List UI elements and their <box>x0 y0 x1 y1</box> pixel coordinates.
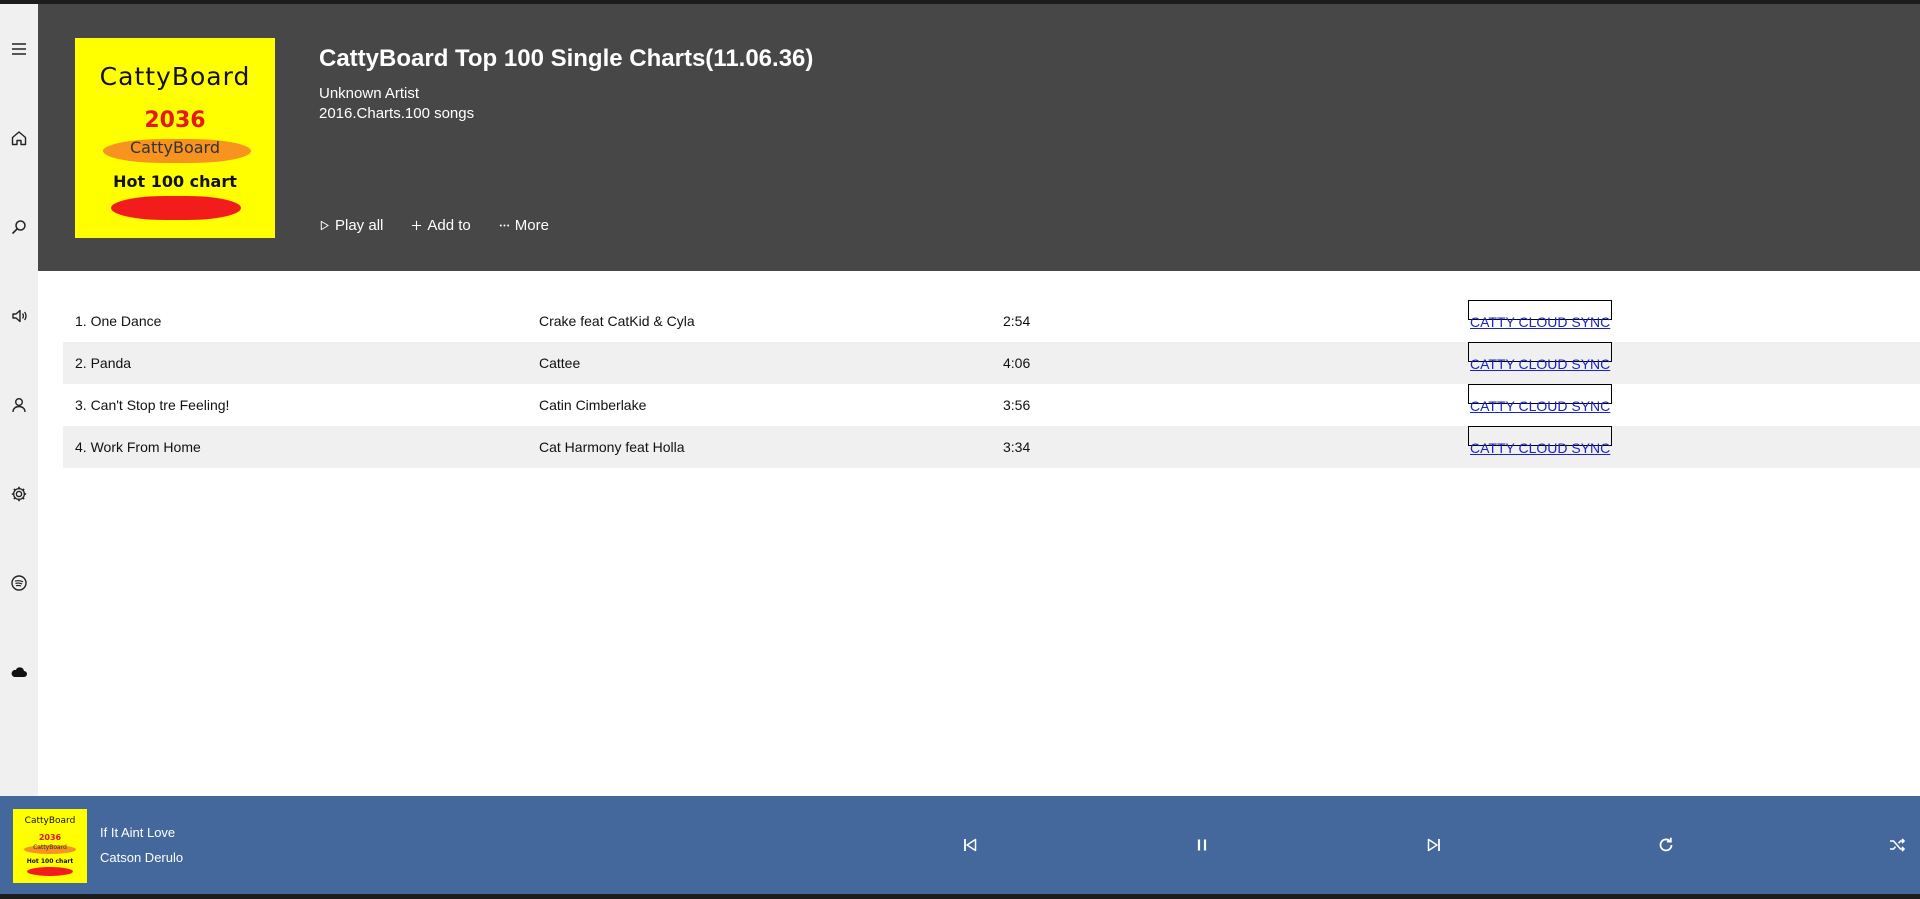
track-artist: Cattee <box>539 355 581 371</box>
track-duration: 2:54 <box>1003 313 1031 329</box>
track-row[interactable]: 2. Panda Cattee 4:06 CATTY CLOUD SYNC <box>63 342 1920 384</box>
track-row[interactable]: 3. Can't Stop tre Feeling! Catin Cimberl… <box>63 384 1920 426</box>
track-row[interactable]: 4. Work From Home Cat Harmony feat Holla… <box>63 426 1920 468</box>
track-title: 2. Panda <box>75 355 132 371</box>
cloud-sync-button[interactable]: CATTY CLOUD SYNC <box>1468 426 1613 456</box>
track-duration: 4:06 <box>1003 355 1031 371</box>
bottom-border <box>0 894 1920 899</box>
cloud-icon[interactable] <box>7 660 31 684</box>
now-playing-title: If It Aint Love <box>100 825 176 840</box>
album-header: CattyBoard 2036 CattyBoard Hot 100 chart… <box>38 4 1920 271</box>
cover-hot: Hot 100 chart <box>26 858 74 865</box>
cover-year: 2036 <box>38 833 62 842</box>
shuffle-icon[interactable] <box>1885 833 1909 857</box>
search-icon[interactable] <box>7 215 31 239</box>
repeat-icon[interactable] <box>1654 833 1678 857</box>
track-row[interactable]: 1. One Dance Crake feat CatKid & Cyla 2:… <box>63 300 1920 342</box>
add-to-label: Add to <box>427 217 471 234</box>
gear-icon[interactable] <box>7 482 31 506</box>
track-artist: Cat Harmony feat Holla <box>539 439 685 455</box>
track-duration: 3:34 <box>1003 439 1031 455</box>
home-icon[interactable] <box>7 126 31 150</box>
now-playing-cover[interactable]: CattyBoard 2036 CattyBoard Hot 100 chart <box>13 809 87 883</box>
track-title: 3. Can't Stop tre Feeling! <box>75 397 230 413</box>
track-list: 1. One Dance Crake feat CatKid & Cyla 2:… <box>63 300 1920 468</box>
play-all-button[interactable]: Play all <box>319 217 383 234</box>
user-icon[interactable] <box>7 393 31 417</box>
previous-icon[interactable] <box>958 833 982 857</box>
menu-icon[interactable] <box>7 37 31 61</box>
pause-icon[interactable] <box>1190 833 1214 857</box>
cover-hot: Hot 100 chart <box>113 172 237 191</box>
play-all-label: Play all <box>335 217 384 234</box>
more-label: More <box>514 217 549 234</box>
cloud-sync-button[interactable]: CATTY CLOUD SYNC <box>1468 300 1613 330</box>
album-title: CattyBoard Top 100 Single Charts(11.06.3… <box>319 45 814 72</box>
cover-year: 2036 <box>144 108 206 133</box>
ellipsis-icon <box>499 224 509 227</box>
plus-icon <box>412 220 422 231</box>
track-title: 4. Work From Home <box>75 439 201 455</box>
cloud-sync-button[interactable]: CATTY CLOUD SYNC <box>1468 342 1613 372</box>
cover-sub: CattyBoard <box>129 138 220 157</box>
volume-icon[interactable] <box>7 304 31 328</box>
now-playing-artist: Catson Derulo <box>100 850 184 865</box>
album-artist: Unknown Artist <box>319 85 420 102</box>
cover-brand: CattyBoard <box>99 62 251 91</box>
track-artist: Crake feat CatKid & Cyla <box>539 313 695 329</box>
cover-sub: CattyBoard <box>33 844 67 851</box>
track-artist: Catin Cimberlake <box>539 397 647 413</box>
track-duration: 3:56 <box>1003 397 1031 413</box>
cover-streak-red <box>111 196 241 220</box>
more-button[interactable]: More <box>499 217 549 234</box>
play-icon <box>320 220 329 231</box>
player-bar: CattyBoard 2036 CattyBoard Hot 100 chart… <box>0 796 1920 894</box>
add-to-button[interactable]: Add to <box>411 217 471 234</box>
sidebar <box>0 4 38 796</box>
spotify-icon[interactable] <box>7 571 31 595</box>
cloud-sync-button[interactable]: CATTY CLOUD SYNC <box>1468 384 1613 414</box>
next-icon[interactable] <box>1422 833 1446 857</box>
album-meta: 2016.Charts.100 songs <box>319 105 475 122</box>
album-cover: CattyBoard 2036 CattyBoard Hot 100 chart <box>75 38 275 238</box>
cover-brand: CattyBoard <box>24 816 76 826</box>
album-actions: Play all Add to More <box>319 217 549 234</box>
track-title: 1. One Dance <box>75 313 162 329</box>
cover-streak-red <box>27 867 73 876</box>
